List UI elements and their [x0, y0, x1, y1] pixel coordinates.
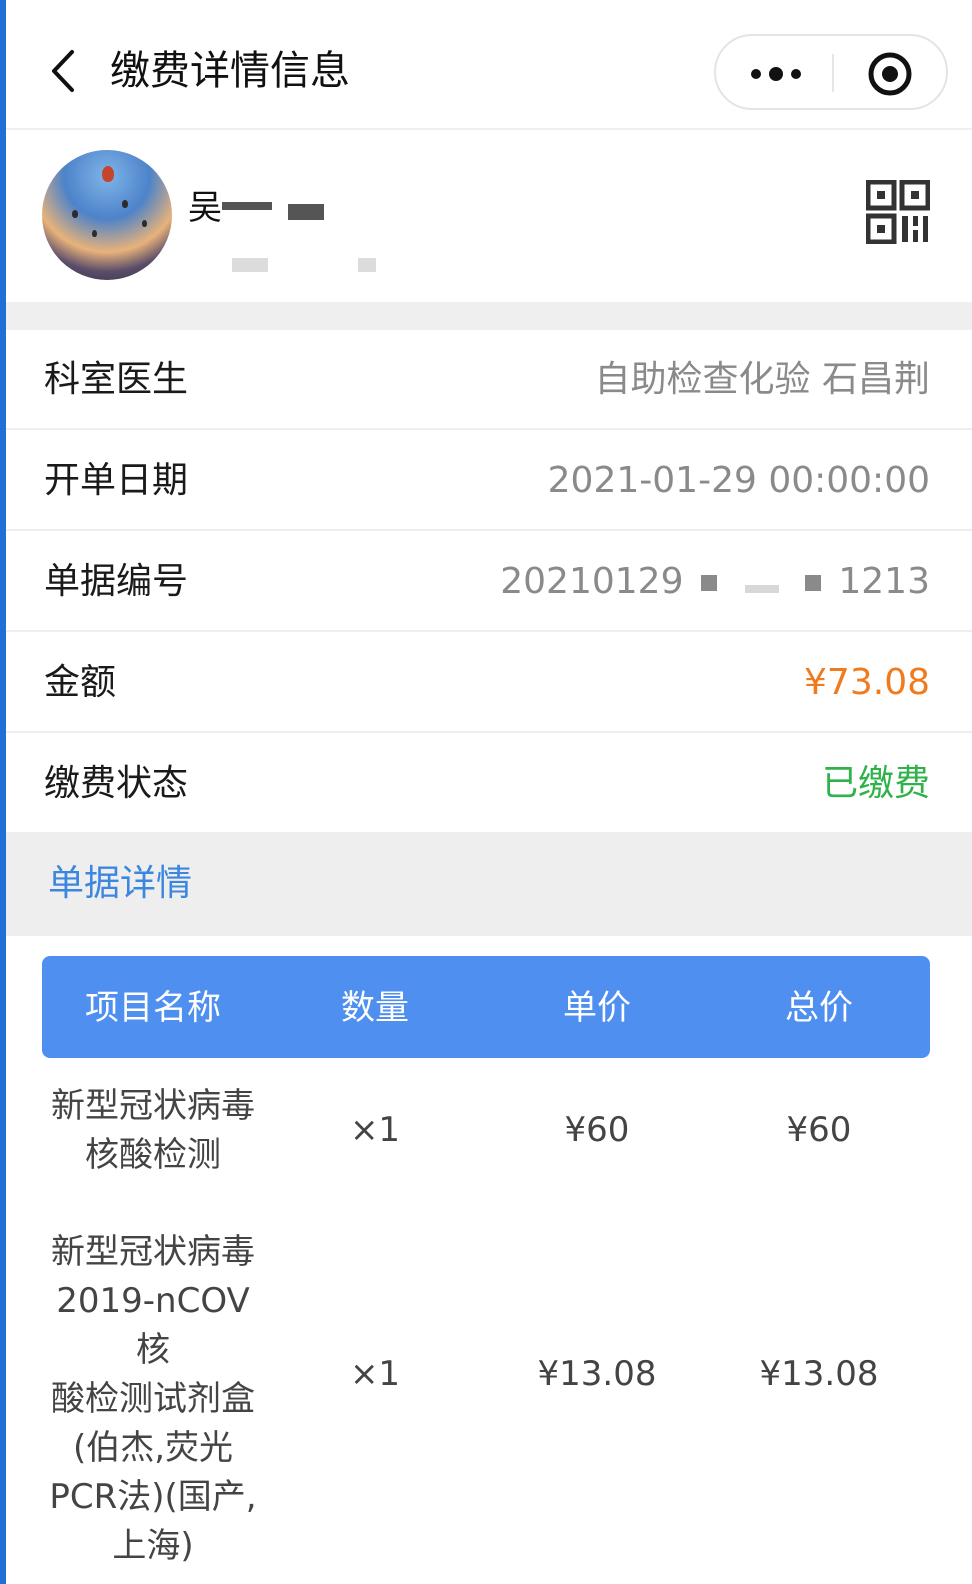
item-name: 新型冠状病毒 2019-nCOV核 酸检测试剂盒 (伯杰,荧光 PCR法)(国产… [42, 1228, 264, 1571]
nav-header: 缴费详情信息 [6, 0, 972, 130]
bill-details-section: 单据详情 [6, 832, 972, 936]
back-arrow-icon[interactable] [46, 48, 80, 94]
item-unit-price: ¥60 [564, 1110, 630, 1150]
column-header-quantity: 数量 [341, 988, 409, 1028]
item-name-line: 新型冠状病毒 [51, 1086, 255, 1126]
date-label: 开单日期 [44, 460, 189, 501]
item-name-line: 2019-nCOV核 [56, 1281, 250, 1370]
department-label: 科室医生 [44, 359, 189, 400]
patient-profile: 吴 [6, 132, 972, 302]
department-value: 自助检查化验 石昌荆 [594, 359, 930, 400]
bill-number-prefix: 20210129 [500, 561, 684, 602]
item-name-line: PCR法)(国产, [49, 1477, 257, 1517]
item-name-line: 核酸检测 [85, 1135, 221, 1175]
status-label: 缴费状态 [44, 763, 189, 804]
item-unit-price: ¥13.08 [537, 1354, 657, 1394]
row-bill-number: 单据编号 20210129 1213 [6, 532, 972, 632]
row-payment-status: 缴费状态 已缴费 [6, 734, 972, 834]
item-name-line: 酸检测试剂盒 [51, 1379, 255, 1419]
item-name-line: 新型冠状病毒 [51, 1232, 255, 1272]
bill-number-suffix: 1213 [838, 561, 930, 602]
bill-number-label: 单据编号 [44, 561, 189, 602]
redacted-name-part [222, 202, 272, 210]
bill-number-value: 20210129 1213 [500, 558, 930, 606]
table-header: 项目名称 数量 单价 总价 [42, 956, 930, 1058]
row-amount: 金额 ¥73.08 [6, 633, 972, 733]
amount-label: 金额 [44, 662, 117, 703]
item-total-price: ¥60 [786, 1110, 852, 1150]
section-gap [6, 302, 972, 330]
row-department-doctor: 科室医生 自助检查化验 石昌荆 [6, 330, 972, 430]
more-dots-icon[interactable] [742, 56, 810, 92]
qr-code-icon[interactable] [866, 180, 930, 244]
column-header-unit-price: 单价 [563, 988, 631, 1028]
capsule-divider [832, 54, 834, 92]
item-name: 新型冠状病毒 核酸检测 [42, 1082, 264, 1180]
item-total-price: ¥13.08 [759, 1354, 879, 1394]
mini-program-capsule [714, 34, 948, 110]
redacted-name-part [288, 204, 324, 220]
item-name-line: (伯杰,荧光 [72, 1428, 234, 1468]
page-title: 缴费详情信息 [110, 48, 350, 94]
close-miniprogram-icon[interactable] [866, 50, 914, 98]
row-order-date: 开单日期 2021-01-29 00:00:00 [6, 431, 972, 531]
redacted-bill-digits [695, 573, 827, 593]
item-name-line: 上海) [112, 1526, 194, 1566]
column-header-total: 总价 [785, 988, 853, 1028]
item-quantity: ×1 [349, 1354, 401, 1394]
column-header-item-name: 项目名称 [85, 988, 221, 1028]
status-badge: 已缴费 [821, 763, 930, 804]
amount-value: ¥73.08 [804, 662, 930, 703]
redacted-info [358, 258, 376, 272]
avatar [42, 150, 172, 280]
item-quantity: ×1 [349, 1110, 401, 1150]
patient-name: 吴 [188, 188, 222, 228]
date-value: 2021-01-29 00:00:00 [547, 460, 930, 501]
redacted-info [232, 258, 268, 272]
section-title: 单据详情 [48, 863, 193, 904]
